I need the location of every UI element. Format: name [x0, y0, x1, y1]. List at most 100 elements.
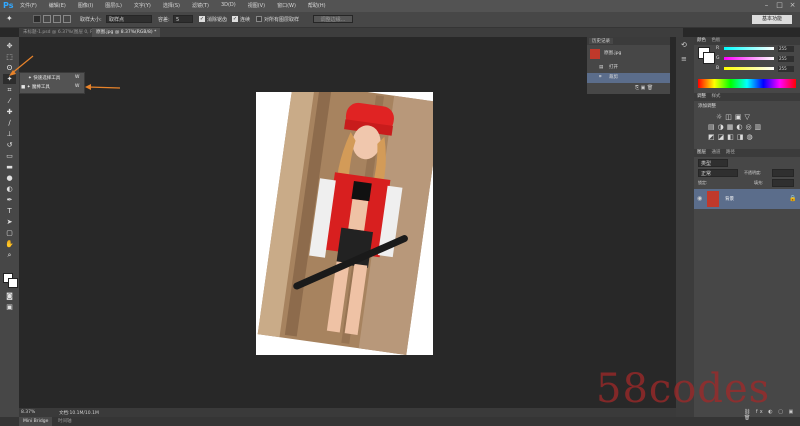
- sample-size-select[interactable]: 取样点: [106, 15, 152, 23]
- blur-tool-icon[interactable]: ●: [5, 174, 14, 183]
- properties-panel-icon[interactable]: ≡: [681, 55, 687, 63]
- shape-tool-icon[interactable]: ▢: [5, 229, 14, 238]
- workspace-select[interactable]: 基本功能: [752, 15, 792, 24]
- stamp-tool-icon[interactable]: ⊥: [5, 130, 14, 139]
- tab-doc-2[interactable]: 原图.jpg @ 8.37%(RGB/8) *: [92, 28, 161, 37]
- tab-channels[interactable]: 通道: [711, 150, 720, 155]
- subtract-selection-icon[interactable]: [53, 15, 61, 23]
- zoom-level[interactable]: 8.37%: [21, 410, 35, 415]
- menu-3d[interactable]: 3D(D): [221, 2, 236, 9]
- adjustments-title: 添加调整: [698, 104, 716, 109]
- red-label: R: [716, 46, 720, 51]
- menu-select[interactable]: 选择(S): [163, 2, 180, 9]
- blue-label: B: [716, 66, 720, 71]
- red-value[interactable]: 255: [778, 46, 794, 52]
- visibility-eye-icon[interactable]: ◉: [697, 195, 702, 202]
- document-tabs: 未标题-1.psd @ 6.37%(图层 0, RGB/8) 原图.jpg @ …: [19, 28, 683, 37]
- options-bar: ✦ 取样大小: 取样点 容差: 5 ✓ 消除锯齿 ✓ 连续 对所有图层取样 调整…: [0, 12, 800, 28]
- adjustment-icons-row-3[interactable]: ◩◪◧◨◍: [708, 133, 756, 141]
- tab-timeline[interactable]: 时间轴: [54, 417, 76, 426]
- document-info: 文档:10.1M/10.1M: [59, 411, 99, 416]
- pen-tool-icon[interactable]: ✒: [5, 196, 14, 205]
- tab-swatches[interactable]: 色板: [711, 38, 720, 43]
- all-layers-label: 对所有图层取样: [264, 17, 300, 23]
- bottom-panel-tabs: Mini Bridge 时间轴: [0, 417, 800, 426]
- contiguous-checkbox[interactable]: ✓: [232, 16, 238, 22]
- layer-kind-filter[interactable]: 类型: [698, 159, 728, 167]
- menu-filter[interactable]: 滤镜(T): [192, 2, 209, 9]
- tolerance-input[interactable]: 5: [173, 15, 193, 23]
- tab-layers[interactable]: 图层: [697, 150, 706, 155]
- quick-mask-icon[interactable]: ◙: [5, 292, 14, 301]
- crop-step-icon: ⌗: [599, 75, 602, 80]
- adjustment-icons-row-1[interactable]: ☼◫▣▽: [716, 113, 753, 121]
- zoom-tool-icon[interactable]: ⌕: [5, 251, 14, 260]
- opacity-input[interactable]: [772, 169, 794, 177]
- new-selection-icon[interactable]: [33, 15, 41, 23]
- contiguous-label: 连续: [240, 17, 251, 23]
- photo-illustration: [256, 92, 433, 355]
- layer-name[interactable]: 背景: [725, 196, 734, 202]
- tab-color[interactable]: 颜色: [697, 38, 706, 43]
- gradient-tool-icon[interactable]: ▬: [5, 163, 14, 172]
- green-value[interactable]: 255: [778, 56, 794, 62]
- menu-edit[interactable]: 编辑(E): [49, 2, 66, 9]
- tab-styles[interactable]: 样式: [711, 94, 720, 99]
- brush-tool-icon[interactable]: ∕: [5, 119, 14, 128]
- tab-paths[interactable]: 路径: [726, 150, 735, 155]
- history-row-open[interactable]: ▤ 打开: [587, 63, 670, 73]
- tab-history[interactable]: 历史记录: [589, 38, 613, 44]
- magic-wand-icon[interactable]: ✦: [6, 14, 18, 24]
- bg-color-swatch[interactable]: [703, 52, 715, 64]
- menu-layer[interactable]: 图层(L): [105, 2, 122, 9]
- path-selection-tool-icon[interactable]: ➤: [5, 218, 14, 227]
- eyedropper-tool-icon[interactable]: ⁄: [5, 97, 14, 106]
- history-row-crop[interactable]: ⌗ 裁剪: [587, 73, 670, 83]
- color-spectrum-bar[interactable]: [698, 79, 796, 88]
- history-brush-tool-icon[interactable]: ↺: [5, 141, 14, 150]
- antialias-label: 消除锯齿: [207, 17, 228, 23]
- blue-value[interactable]: 255: [778, 66, 794, 72]
- blend-mode-select[interactable]: 正常: [698, 169, 738, 177]
- tab-adjustments[interactable]: 调整: [697, 94, 706, 99]
- adjustments-panel-header: 调整 样式: [694, 93, 800, 101]
- menu-view[interactable]: 视图(V): [248, 2, 265, 9]
- all-layers-checkbox[interactable]: [256, 16, 262, 22]
- blue-slider[interactable]: [724, 67, 774, 70]
- menu-type[interactable]: 文字(Y): [134, 2, 151, 9]
- layer-row-background[interactable]: ◉ 背景 🔒: [694, 189, 800, 209]
- fill-label: 填充:: [754, 180, 764, 185]
- type-tool-icon[interactable]: T: [5, 207, 14, 216]
- adjustment-icons-row-2[interactable]: ▤◑▦◐◎▥: [708, 123, 764, 131]
- tab-mini-bridge[interactable]: Mini Bridge: [19, 417, 53, 426]
- history-panel-icon[interactable]: ⟲: [681, 41, 687, 49]
- screen-mode-icon[interactable]: ▣: [5, 303, 14, 312]
- healing-tool-icon[interactable]: ✚: [5, 108, 14, 117]
- watermark: 58codes: [596, 366, 771, 412]
- refine-edge-button[interactable]: 调整边缘...: [313, 15, 353, 23]
- history-snapshot[interactable]: 原图.jpg: [587, 46, 670, 62]
- annotation-arrows: [9, 55, 121, 90]
- document-canvas-image[interactable]: [256, 92, 433, 355]
- fill-input[interactable]: [772, 179, 794, 187]
- dodge-tool-icon[interactable]: ◐: [5, 185, 14, 194]
- menu-image[interactable]: 图像(I): [78, 2, 93, 9]
- menu-window[interactable]: 窗口(W): [277, 2, 296, 9]
- red-slider[interactable]: [724, 47, 774, 50]
- hand-tool-icon[interactable]: ✋: [5, 240, 14, 249]
- menu-help[interactable]: 帮助(H): [308, 2, 326, 9]
- status-bar: 8.37% 文档:10.1M/10.1M: [19, 408, 683, 417]
- antialias-checkbox[interactable]: ✓: [199, 16, 205, 22]
- green-slider[interactable]: [724, 57, 774, 60]
- intersect-selection-icon[interactable]: [63, 15, 71, 23]
- history-footer-icons[interactable]: ⎘ ▣ 🗑: [635, 85, 653, 91]
- maximize-button[interactable]: □: [775, 1, 784, 10]
- minimize-button[interactable]: –: [762, 1, 771, 10]
- photoshop-logo: Ps: [3, 1, 14, 10]
- history-panel: 历史记录 原图.jpg ▤ 打开 ⌗ 裁剪 ⎘ ▣ 🗑: [587, 37, 670, 94]
- background-color-swatch[interactable]: [8, 278, 18, 288]
- add-selection-icon[interactable]: [43, 15, 51, 23]
- close-button[interactable]: ×: [788, 1, 797, 10]
- eraser-tool-icon[interactable]: ▭: [5, 152, 14, 161]
- menu-file[interactable]: 文件(F): [20, 2, 37, 9]
